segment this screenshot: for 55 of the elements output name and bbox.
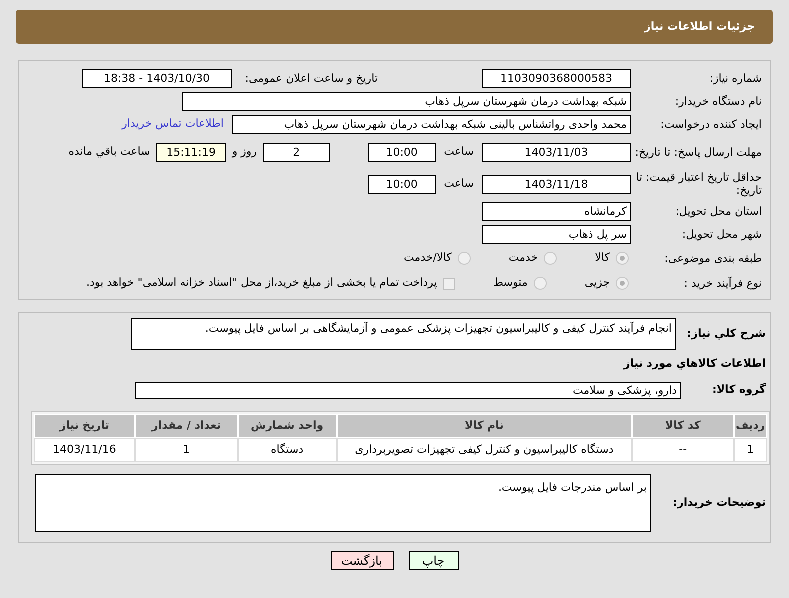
field-label: نام دستگاه خریدار:	[675, 95, 762, 108]
table-cell: 1403/11/16	[34, 438, 136, 462]
print-button[interactable]: چاپ	[408, 551, 458, 570]
field-label: استان محل تحویل:	[676, 205, 762, 218]
text-field[interactable]: 1103090368000583	[482, 68, 631, 88]
section-heading: اطلاعات کالاهاي مورد نیاز	[624, 357, 766, 370]
field-label: مهلت ارسال پاسخ: تا تاریخ:	[635, 146, 762, 158]
text-field[interactable]: محمد واحدی رواتشناس بالینی شبکه بهداشت درمان شهرستان سرپل ذهاب	[232, 115, 631, 134]
text-field[interactable]: سر پل ذهاب	[482, 225, 631, 244]
column-header: کد کالا	[632, 414, 734, 438]
column-header: تاریخ نیاز	[34, 414, 136, 438]
contact-link[interactable]: اطلاعات تماس خریدار	[122, 116, 224, 133]
text-field[interactable]: شبکه بهداشت درمان شهرستان سرپل ذهاب	[182, 92, 631, 111]
description-textarea[interactable]: انجام فرآیند کنترل کیفی و کالیبراسیون تجهیزات پزشکی عمومی و آزمایشگاهی بر اساس فایل پیوست.	[131, 318, 676, 350]
field-label: شماره نیاز:	[710, 72, 762, 84]
field-label: توضیحات خریدار:	[673, 496, 766, 509]
field-label: ساعت	[444, 144, 474, 160]
field-label: ساعت باقي مانده	[68, 144, 150, 160]
text-field[interactable]: 1403/10/30 - 18:38	[82, 68, 232, 88]
radio-label: متوسط	[493, 275, 528, 292]
radio-label: کالا/خدمت	[404, 250, 452, 266]
field-label: روز و	[232, 144, 258, 160]
text-field[interactable]: 10:00	[368, 174, 436, 194]
field-label: نوع فرآیند خرید :	[684, 277, 762, 290]
goods-group-field[interactable]: دارو، پزشکی و سلامت	[135, 382, 681, 399]
field-label: حداقل تاریخ اعتبار قیمت: تا تاریخ:	[636, 171, 762, 197]
text-field[interactable]: 1403/11/03	[482, 142, 631, 162]
text-field[interactable]: کرمانشاه	[482, 202, 631, 221]
field-label: گروه کالا:	[712, 383, 766, 396]
field-label: شهر محل تحویل:	[682, 228, 762, 241]
table-cell: 1	[135, 438, 238, 462]
field-label: ایجاد کننده درخواست:	[660, 118, 762, 131]
page-title: جزئیات اطلاعات نیاز	[644, 18, 755, 35]
radio-label: خدمت	[508, 250, 538, 266]
text-field[interactable]: 1403/11/18	[482, 174, 631, 194]
column-header: نام کالا	[336, 414, 632, 438]
back-button[interactable]: بازگشت	[330, 551, 394, 570]
field-label: تاریخ و ساعت اعلان عمومی:	[245, 72, 378, 84]
text-field[interactable]: 15:11:19	[156, 142, 226, 162]
table-cell: دستگاه	[238, 438, 337, 462]
column-header: واحد شمارش	[238, 414, 337, 438]
radio-label: کالا	[595, 250, 610, 266]
notes-textarea[interactable]: بر اساس مندرجات فایل پیوست.	[35, 474, 651, 532]
column-header: ردیف	[734, 414, 767, 438]
text-field[interactable]: 10:00	[368, 142, 436, 162]
field-label: ساعت	[444, 176, 474, 192]
field-label: طبقه بندی موضوعی:	[664, 252, 762, 265]
table-cell: دستگاه کالیبراسیون و کنترل کیفی تجهیزات تصویربرداری	[336, 438, 632, 462]
checkbox-label: پرداخت تمام یا بخشی از مبلغ خرید،از محل "اسناد خزانه اسلامی" خواهد بود.	[86, 275, 438, 292]
table-cell: 1	[734, 438, 767, 462]
field-label: شرح کلي نیاز:	[687, 326, 766, 340]
table-cell: --	[632, 438, 734, 462]
radio-label: جزیی	[584, 275, 610, 292]
column-header: تعداد / مقدار	[135, 414, 238, 438]
text-field[interactable]: 2	[263, 142, 330, 162]
